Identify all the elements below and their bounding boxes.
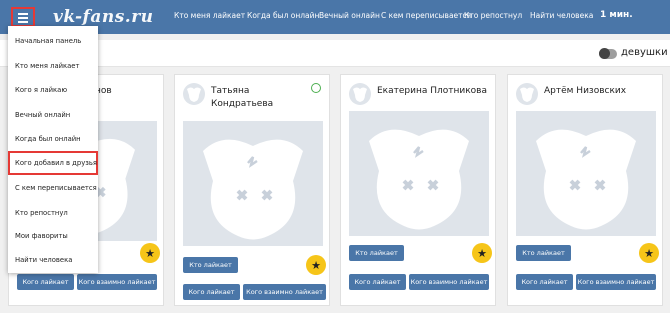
star-icon: ★ [644,246,654,260]
profile-name[interactable]: Артём Низовских [544,85,626,98]
star-icon: ★ [477,246,487,260]
avatar [349,83,371,105]
whom-likes-button[interactable]: Кого лайкает [183,284,240,300]
profile-name[interactable]: Татьяна Кондратьева [211,85,291,111]
favorite-star-button[interactable]: ★ [140,243,160,263]
mutual-likes-button[interactable]: Кого взаимно лайкает [409,274,489,290]
nav-when-online[interactable]: Когда был онлайн [247,11,319,20]
who-likes-button[interactable]: Кто лайкает [183,257,238,273]
nav-find-person[interactable]: Найти человека [530,11,593,20]
avatar [183,83,205,105]
filter-strip [0,40,670,67]
menu-item-chats-with[interactable]: С кем переписывается [8,176,98,200]
deactivated-dog-icon [203,139,303,240]
menu-item-who-likes-me[interactable]: Кто меня лайкает [8,54,98,78]
favorite-star-button[interactable]: ★ [639,243,659,263]
nav-eternal-online[interactable]: Вечный онлайн [319,11,380,20]
hamburger-line [18,13,28,15]
deactivated-dog-icon [369,129,469,230]
menu-item-find-person[interactable]: Найти человека [8,248,98,272]
deactivated-dog-icon [536,129,636,230]
girls-toggle[interactable] [599,48,617,59]
mutual-likes-button[interactable]: Кого взаимно лайкает [576,274,656,290]
menu-item-when-online[interactable]: Когда был онлайн [8,127,98,151]
profile-card: Татьяна Кондратьева Кто лайкает ★ Кого л… [174,74,330,306]
hamburger-line [18,17,28,19]
mutual-likes-button[interactable]: Кого взаимно лайкает [77,274,157,290]
girls-toggle-label: девушки [621,47,668,58]
who-likes-button[interactable]: Кто лайкает [516,245,571,261]
nav-chats-with[interactable]: С кем переписывается [381,11,471,20]
star-icon: ★ [145,246,155,260]
online-indicator [311,83,321,93]
who-likes-button[interactable]: Кто лайкает [349,245,404,261]
whom-likes-button[interactable]: Кого лайкает [516,274,573,290]
nav-who-likes-me[interactable]: Кто меня лайкает [174,11,245,20]
star-icon: ★ [311,258,321,272]
profile-card: Екатерина Плотникова Кто лайкает ★ Кого … [340,74,496,306]
favorite-star-button[interactable]: ★ [306,255,326,275]
whom-likes-button[interactable]: Кого лайкает [349,274,406,290]
site-logo[interactable]: vk-fans.ru [53,7,154,27]
time-counter: 1 мин. [600,10,633,20]
deactivated-dog-icon [187,87,201,102]
hamburger-menu-button[interactable] [11,7,35,27]
mutual-likes-button[interactable]: Кого взаимно лайкает [243,284,326,300]
menu-item-who-reposted[interactable]: Кто репостнул [8,201,98,225]
top-navbar: vk-fans.ru Кто меня лайкает Когда был он… [0,0,670,34]
profile-photo [349,111,489,236]
deactivated-dog-icon [520,87,534,102]
profile-photo [516,111,656,236]
menu-item-dashboard[interactable]: Начальная панель [8,29,98,53]
nav-who-reposted[interactable]: Кто репостнул [464,11,522,20]
whom-likes-button[interactable]: Кого лайкает [17,274,74,290]
avatar [516,83,538,105]
profile-card: Артём Низовских Кто лайкает ★ Кого лайка… [507,74,663,306]
menu-item-added-friends[interactable]: Кого добавил в друзья [8,151,98,175]
menu-item-eternal-online[interactable]: Вечный онлайн [8,103,98,127]
hamburger-line [18,21,28,23]
profile-name[interactable]: Екатерина Плотникова [377,85,487,98]
deactivated-dog-icon [353,87,367,102]
menu-item-whom-i-like[interactable]: Кого я лайкаю [8,78,98,102]
main-dropdown-menu: Начальная панель Кто меня лайкает Кого я… [8,26,98,273]
profile-photo [183,121,323,246]
favorite-star-button[interactable]: ★ [472,243,492,263]
menu-item-favorites[interactable]: Мои фавориты [8,224,98,248]
